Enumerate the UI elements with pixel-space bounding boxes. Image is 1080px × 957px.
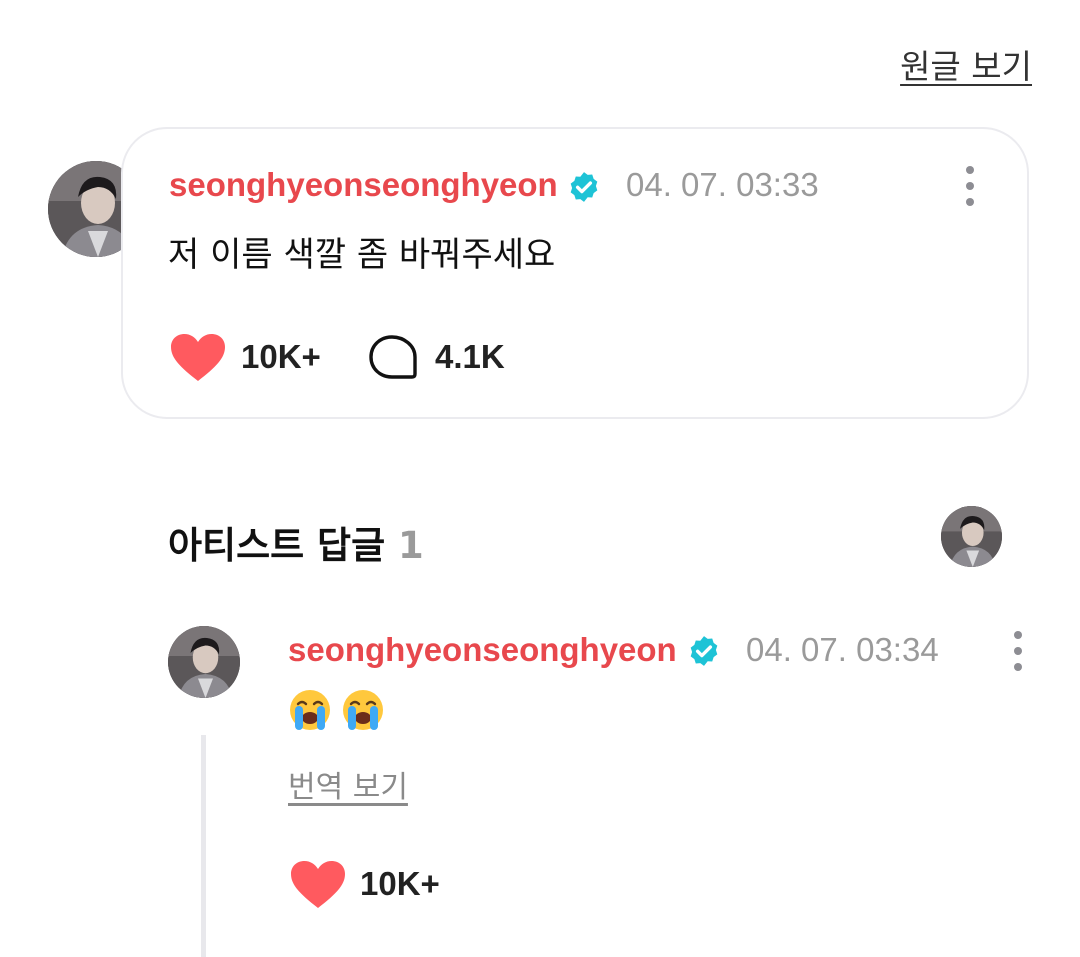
artist-replies-title: 아티스트 답글 1: [168, 515, 424, 569]
reply-timestamp: 04. 07. 03:34: [746, 631, 939, 668]
loudly-crying-face-icon: [290, 690, 330, 730]
loudly-crying-face-icon: [343, 690, 384, 730]
reply-username[interactable]: seonghyeonseonghyeon: [288, 631, 677, 669]
translate-link[interactable]: 번역 보기: [288, 762, 408, 806]
verified-badge-icon: [690, 636, 718, 666]
heart-icon[interactable]: [290, 860, 346, 910]
reply-avatar[interactable]: [168, 626, 240, 698]
post-like-count: 10K+: [241, 338, 321, 375]
profile-photo: [941, 506, 1002, 567]
verified-badge-icon: [570, 172, 598, 202]
more-options-icon[interactable]: [962, 166, 978, 206]
post-timestamp: 04. 07. 03:33: [626, 166, 819, 203]
post-comment-count: 4.1K: [435, 338, 505, 375]
post-text: 저 이름 색깔 좀 바꿔주세요: [168, 235, 556, 275]
profile-photo: [168, 626, 240, 698]
artist-replies-count: 1: [398, 524, 424, 567]
thread-line: [201, 735, 206, 957]
reply-emoji-text: 😭😭: [288, 688, 389, 736]
post-username[interactable]: seonghyeonseonghyeon: [169, 166, 558, 204]
artist-replies-label: 아티스트 답글: [168, 524, 386, 567]
artist-avatar[interactable]: [941, 506, 1002, 567]
heart-icon[interactable]: [170, 333, 226, 383]
reply-like-count: 10K+: [360, 865, 440, 902]
comment-bubble-icon[interactable]: [368, 334, 418, 382]
more-options-icon[interactable]: [1010, 631, 1026, 671]
view-original-link[interactable]: 원글 보기: [900, 40, 1032, 88]
